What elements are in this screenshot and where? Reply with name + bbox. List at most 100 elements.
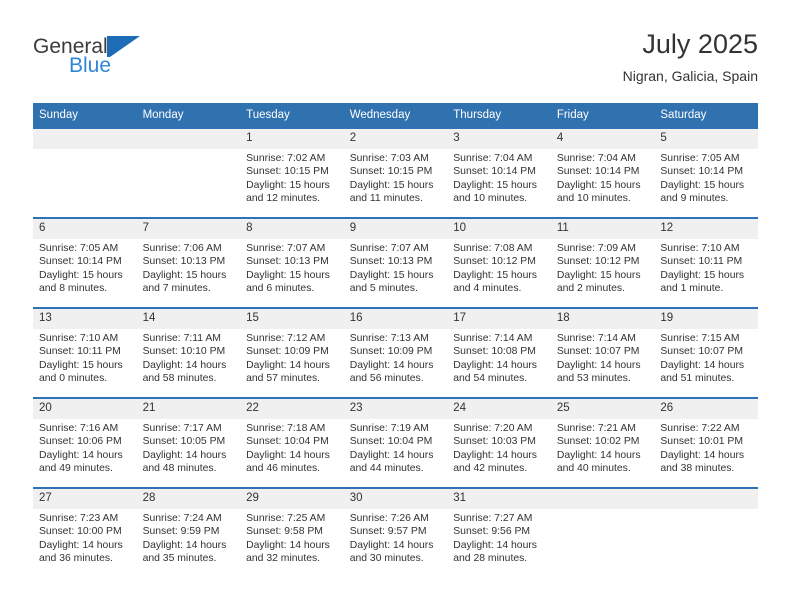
calendar-day-cell[interactable]: 26 Sunrise: 7:22 AM Sunset: 10:01 PM Daylig…	[654, 397, 758, 487]
day-number: 9	[343, 219, 448, 239]
day-number: 14	[136, 309, 241, 329]
day-detail-sunrise: Sunrise: 7:16 AM	[39, 423, 119, 434]
day-cell-inner: 18 Sunrise: 7:14 AM Sunset: 10:07 PM Daylig…	[550, 307, 655, 395]
day-cell-inner: 29 Sunrise: 7:25 AM Sunset: 9:58 PM Dayligh…	[240, 487, 344, 575]
day-detail-sunrise: Sunrise: 7:06 AM	[142, 243, 222, 254]
day-detail-sunset: Sunset: 10:02 PM	[556, 436, 640, 448]
general-blue-logo[interactable]: General Blue	[33, 36, 253, 88]
calendar-day-cell[interactable]: 4 Sunrise: 7:04 AM Sunset: 10:14 PM Dayligh…	[550, 127, 655, 217]
calendar-day-cell[interactable]: 9 Sunrise: 7:07 AM Sunset: 10:13 PM Dayligh…	[343, 217, 448, 307]
calendar-day-cell[interactable]: 6 Sunrise: 7:05 AM Sunset: 10:14 PM Dayligh…	[33, 217, 137, 307]
calendar-day-cell[interactable]: 8 Sunrise: 7:07 AM Sunset: 10:13 PM Dayligh…	[240, 217, 344, 307]
day-number: 15	[240, 309, 344, 329]
day-cell-inner: 5 Sunrise: 7:05 AM Sunset: 10:14 PM Dayligh…	[654, 127, 758, 215]
day-detail-sunrise: Sunrise: 7:10 AM	[660, 243, 740, 254]
calendar-day-cell[interactable]: 31 Sunrise: 7:27 AM Sunset: 9:56 PM Dayligh…	[447, 487, 551, 577]
day-detail-sunrise: Sunrise: 7:04 AM	[556, 153, 636, 164]
day-number: 8	[240, 219, 344, 239]
day-detail-daylight2: and 42 minutes.	[453, 463, 528, 475]
day-detail-daylight1: Daylight: 15 hours	[246, 269, 330, 281]
day-details: Sunrise: 7:07 AM Sunset: 10:13 PM Daylight…	[344, 239, 448, 296]
calendar-day-cell[interactable]: 24 Sunrise: 7:20 AM Sunset: 10:03 PM Daylig…	[447, 397, 551, 487]
day-detail-daylight1: Daylight: 15 hours	[349, 179, 434, 191]
calendar-day-cell[interactable]: 13 Sunrise: 7:10 AM Sunset: 10:11 PM Daylig…	[33, 307, 137, 397]
day-detail-daylight1: Daylight: 14 hours	[142, 449, 227, 461]
calendar-day-cell[interactable]: 19 Sunrise: 7:15 AM Sunset: 10:07 PM Daylig…	[654, 307, 758, 397]
calendar-day-cell[interactable]: 2 Sunrise: 7:03 AM Sunset: 10:15 PM Dayligh…	[343, 127, 448, 217]
day-detail-sunset: Sunset: 10:13 PM	[246, 256, 329, 268]
weekday-header-row: Sunday Monday Tuesday Wednesday Thursday…	[33, 103, 758, 127]
calendar-day-cell[interactable]: 11 Sunrise: 7:09 AM Sunset: 10:12 PM Daylig…	[550, 217, 655, 307]
calendar-day-cell[interactable]: 20 Sunrise: 7:16 AM Sunset: 10:06 PM Daylig…	[33, 397, 137, 487]
day-cell-inner: 3 Sunrise: 7:04 AM Sunset: 10:14 PM Dayligh…	[447, 127, 551, 215]
calendar-day-cell[interactable]: 17 Sunrise: 7:14 AM Sunset: 10:08 PM Daylig…	[447, 307, 551, 397]
day-detail-daylight1: Daylight: 14 hours	[142, 359, 227, 371]
day-details: Sunrise: 7:25 AM Sunset: 9:58 PM Daylight:…	[240, 509, 344, 566]
day-details: Sunrise: 7:03 AM Sunset: 10:15 PM Daylight…	[344, 149, 448, 206]
calendar-day-cell[interactable]: 29 Sunrise: 7:25 AM Sunset: 9:58 PM Dayligh…	[240, 487, 344, 577]
day-detail-sunset: Sunset: 10:14 PM	[660, 166, 743, 178]
calendar-day-cell[interactable]: 25 Sunrise: 7:21 AM Sunset: 10:02 PM Daylig…	[550, 397, 655, 487]
calendar-week-row: 13 Sunrise: 7:10 AM Sunset: 10:11 PM Daylig…	[33, 307, 758, 397]
day-detail-sunrise: Sunrise: 7:25 AM	[246, 513, 326, 524]
day-details: Sunrise: 7:05 AM Sunset: 10:14 PM Daylight…	[33, 239, 137, 296]
day-detail-sunset: Sunset: 10:11 PM	[39, 346, 121, 358]
day-detail-sunset: Sunset: 10:01 PM	[660, 436, 743, 448]
calendar-day-cell[interactable]: 30 Sunrise: 7:26 AM Sunset: 9:57 PM Dayligh…	[343, 487, 448, 577]
day-cell-inner: 30 Sunrise: 7:26 AM Sunset: 9:57 PM Dayligh…	[343, 487, 448, 575]
day-cell-inner: 20 Sunrise: 7:16 AM Sunset: 10:06 PM Daylig…	[33, 397, 137, 485]
calendar-day-cell[interactable]: 27 Sunrise: 7:23 AM Sunset: 10:00 PM Daylig…	[33, 487, 137, 577]
day-details: Sunrise: 7:07 AM Sunset: 10:13 PM Daylight…	[240, 239, 344, 296]
day-cell-inner: 22 Sunrise: 7:18 AM Sunset: 10:04 PM Daylig…	[240, 397, 344, 485]
day-detail-sunrise: Sunrise: 7:18 AM	[246, 423, 326, 434]
day-detail-sunrise: Sunrise: 7:15 AM	[660, 333, 740, 344]
day-detail-daylight2: and 53 minutes.	[556, 373, 631, 385]
day-cell-inner: 10 Sunrise: 7:08 AM Sunset: 10:12 PM Daylig…	[447, 217, 551, 305]
calendar-day-cell[interactable]: 22 Sunrise: 7:18 AM Sunset: 10:04 PM Daylig…	[240, 397, 344, 487]
day-detail-daylight2: and 2 minutes.	[556, 283, 625, 295]
calendar-day-cell[interactable]: 16 Sunrise: 7:13 AM Sunset: 10:09 PM Daylig…	[343, 307, 448, 397]
day-number: 17	[447, 309, 551, 329]
day-detail-sunset: Sunset: 10:14 PM	[453, 166, 536, 178]
day-details: Sunrise: 7:20 AM Sunset: 10:03 PM Daylight…	[447, 419, 551, 476]
day-detail-sunrise: Sunrise: 7:14 AM	[556, 333, 636, 344]
day-number: 21	[136, 399, 241, 419]
calendar-day-cell[interactable]: 1 Sunrise: 7:02 AM Sunset: 10:15 PM Dayligh…	[240, 127, 344, 217]
calendar-day-cell[interactable]: 14 Sunrise: 7:11 AM Sunset: 10:10 PM Daylig…	[136, 307, 241, 397]
calendar-day-cell[interactable]: 18 Sunrise: 7:14 AM Sunset: 10:07 PM Daylig…	[550, 307, 655, 397]
day-number: 27	[33, 489, 137, 509]
calendar-empty-cell	[136, 127, 241, 217]
calendar-day-cell[interactable]: 28 Sunrise: 7:24 AM Sunset: 9:59 PM Dayligh…	[136, 487, 241, 577]
day-detail-sunset: Sunset: 10:14 PM	[39, 256, 122, 268]
calendar-day-cell[interactable]: 21 Sunrise: 7:17 AM Sunset: 10:05 PM Daylig…	[136, 397, 241, 487]
calendar-day-cell[interactable]: 12 Sunrise: 7:10 AM Sunset: 10:11 PM Daylig…	[654, 217, 758, 307]
day-details: Sunrise: 7:14 AM Sunset: 10:07 PM Daylight…	[551, 329, 655, 386]
day-number: 20	[33, 399, 137, 419]
day-detail-daylight2: and 10 minutes.	[453, 193, 528, 205]
day-detail-daylight1: Daylight: 14 hours	[453, 449, 537, 461]
day-detail-sunrise: Sunrise: 7:24 AM	[142, 513, 222, 524]
calendar-day-cell[interactable]: 10 Sunrise: 7:08 AM Sunset: 10:12 PM Daylig…	[447, 217, 551, 307]
day-detail-daylight2: and 32 minutes.	[246, 553, 321, 565]
day-cell-inner: 19 Sunrise: 7:15 AM Sunset: 10:07 PM Daylig…	[654, 307, 758, 395]
day-number: 31	[447, 489, 551, 509]
day-cell-inner: 4 Sunrise: 7:04 AM Sunset: 10:14 PM Dayligh…	[550, 127, 655, 215]
day-cell-inner: 26 Sunrise: 7:22 AM Sunset: 10:01 PM Daylig…	[654, 397, 758, 485]
calendar-week-row: 27 Sunrise: 7:23 AM Sunset: 10:00 PM Daylig…	[33, 487, 758, 577]
day-detail-sunrise: Sunrise: 7:04 AM	[453, 153, 533, 164]
calendar-day-cell[interactable]: 3 Sunrise: 7:04 AM Sunset: 10:14 PM Dayligh…	[447, 127, 551, 217]
calendar-day-cell[interactable]: 23 Sunrise: 7:19 AM Sunset: 10:04 PM Daylig…	[343, 397, 448, 487]
day-cell-inner: 24 Sunrise: 7:20 AM Sunset: 10:03 PM Daylig…	[447, 397, 551, 485]
day-detail-sunset: Sunset: 10:09 PM	[349, 346, 433, 358]
day-detail-sunrise: Sunrise: 7:21 AM	[556, 423, 636, 434]
weekday-header-sunday: Sunday	[33, 103, 137, 127]
day-detail-sunrise: Sunrise: 7:12 AM	[246, 333, 326, 344]
day-detail-daylight1: Daylight: 15 hours	[142, 269, 227, 281]
weekday-header-friday: Friday	[550, 103, 655, 127]
day-detail-daylight1: Daylight: 14 hours	[246, 539, 330, 551]
calendar-day-cell[interactable]: 7 Sunrise: 7:06 AM Sunset: 10:13 PM Dayligh…	[136, 217, 241, 307]
day-detail-daylight2: and 7 minutes.	[142, 283, 211, 295]
calendar-day-cell[interactable]: 15 Sunrise: 7:12 AM Sunset: 10:09 PM Daylig…	[240, 307, 344, 397]
calendar-week-row: 20 Sunrise: 7:16 AM Sunset: 10:06 PM Daylig…	[33, 397, 758, 487]
calendar-day-cell[interactable]: 5 Sunrise: 7:05 AM Sunset: 10:14 PM Dayligh…	[654, 127, 758, 217]
